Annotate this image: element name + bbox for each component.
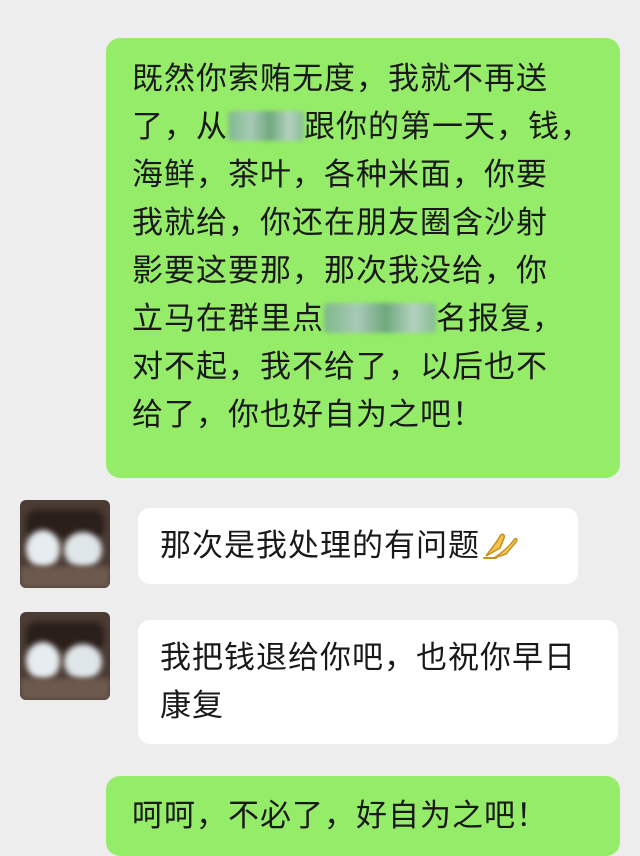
- folded-hands-icon: [480, 526, 520, 559]
- message-line: 了，从 跟你的第一天，钱，: [132, 103, 600, 151]
- incoming-message-row: 我把钱退给你吧，也祝你早日 康复: [20, 612, 620, 744]
- incoming-message-text: 那次是我处理的有问题: [160, 522, 558, 570]
- incoming-message-bubble[interactable]: 我把钱退给你吧，也祝你早日 康复: [138, 620, 618, 744]
- incoming-message-row: 那次是我处理的有问题: [20, 500, 620, 590]
- message-text-segment: 既然你索贿无度，我就不再送: [132, 61, 548, 97]
- message-text-segment: 对不起，我不给了，以后也不: [132, 349, 548, 385]
- message-text-segment: 我就给，你还在朋友圈含沙射: [132, 205, 548, 241]
- avatar[interactable]: [20, 612, 110, 700]
- message-line: 我把钱退给你吧，也祝你早日: [160, 640, 576, 676]
- message-line: 康复: [160, 688, 224, 724]
- message-line: 给了，你也好自为之吧！: [132, 391, 600, 439]
- message-text-segment: 海鲜，茶叶，各种米面，你要: [132, 157, 548, 193]
- redacted-blur: [228, 111, 304, 141]
- message-text-segment: 立马在群里点: [132, 301, 324, 337]
- incoming-message-bubble[interactable]: 那次是我处理的有问题: [138, 508, 578, 584]
- message-line: 立马在群里点 名报复，: [132, 295, 600, 343]
- message-text-segment: 影要这要那，那次我没给，你: [132, 253, 548, 289]
- message-line: 海鲜，茶叶，各种米面，你要: [132, 151, 600, 199]
- chat-window: 既然你索贿无度，我就不再送 了，从 跟你的第一天，钱， 海鲜，茶叶，各种米面，你要…: [0, 0, 640, 856]
- avatar[interactable]: [20, 500, 110, 588]
- message-line: 对不起，我不给了，以后也不: [132, 343, 600, 391]
- message-line: 既然你索贿无度，我就不再送: [132, 55, 600, 103]
- outgoing-message-text: 呵呵，不必了，好自为之吧！: [132, 798, 548, 834]
- redacted-blur: [324, 303, 436, 333]
- incoming-message-text: 我把钱退给你吧，也祝你早日 康复: [160, 634, 598, 730]
- message-text-segment: 名报复，: [436, 301, 564, 337]
- outgoing-message-bubble[interactable]: 既然你索贿无度，我就不再送 了，从 跟你的第一天，钱， 海鲜，茶叶，各种米面，你要…: [106, 38, 620, 478]
- message-text-segment: 那次是我处理的有问题: [160, 528, 480, 564]
- message-text-segment: 了，从: [132, 109, 228, 145]
- outgoing-message-text: 既然你索贿无度，我就不再送 了，从 跟你的第一天，钱， 海鲜，茶叶，各种米面，你要…: [132, 55, 600, 439]
- message-line: 影要这要那，那次我没给，你: [132, 247, 600, 295]
- outgoing-message-bubble[interactable]: 呵呵，不必了，好自为之吧！: [106, 776, 620, 856]
- message-text-segment: 跟你的第一天，钱，: [304, 109, 592, 145]
- message-text-segment: 给了，你也好自为之吧！: [132, 397, 484, 433]
- message-line: 我就给，你还在朋友圈含沙射: [132, 199, 600, 247]
